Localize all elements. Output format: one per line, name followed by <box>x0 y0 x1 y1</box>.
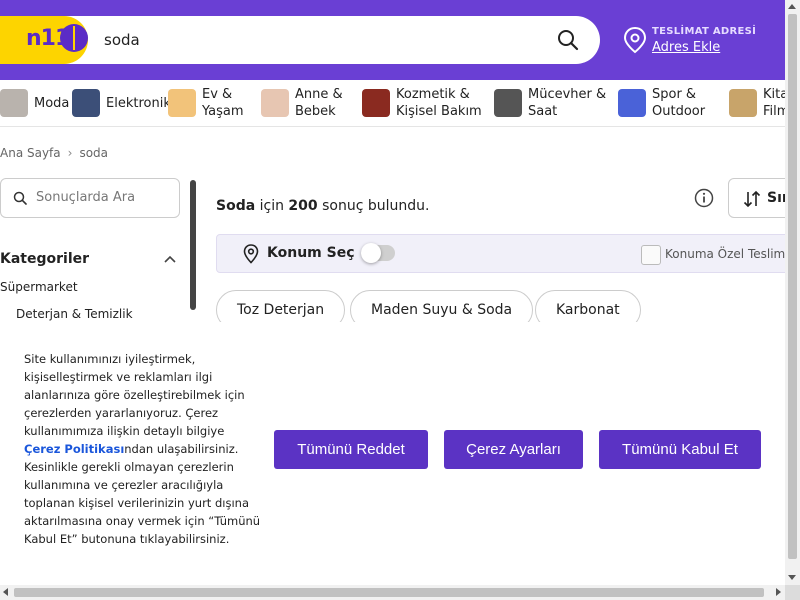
location-delivery-checkbox[interactable] <box>641 245 661 265</box>
breadcrumb: Ana Sayfa › soda <box>0 146 108 160</box>
search-icon <box>13 191 27 205</box>
vertical-scrollbar[interactable] <box>785 0 800 585</box>
sidebar-subitem-deterjan[interactable]: Deterjan & Temizlik <box>16 307 133 321</box>
chevron-up-icon[interactable] <box>164 254 176 264</box>
category-mucevher-saat[interactable]: Mücevher & Saat <box>494 80 606 126</box>
category-label: Kozmetik & Kişisel Bakım <box>396 87 482 119</box>
result-post: sonuç bulundu. <box>317 198 430 214</box>
scroll-up-arrow-icon[interactable] <box>788 4 796 9</box>
result-count: 200 <box>288 198 318 214</box>
category-anne-bebek[interactable]: Anne & Bebek <box>261 80 343 126</box>
search-input[interactable] <box>0 16 600 64</box>
category-spor-outdoor[interactable]: Spor & Outdoor <box>618 80 705 126</box>
category-label: Moda <box>34 95 70 111</box>
result-query: Soda <box>216 198 256 214</box>
sidebar-item-supermarket[interactable]: Süpermarket <box>0 280 78 294</box>
reject-all-button[interactable]: Tümünü Reddet <box>274 430 428 469</box>
location-pin-icon <box>243 244 259 264</box>
toggle-knob <box>361 243 381 263</box>
category-label: KitaFilm <box>763 87 785 119</box>
cookie-consent-banner: Site kullanımınızı iyileştirmek, kişisel… <box>0 322 785 585</box>
sidebar-scrollbar[interactable] <box>190 180 196 310</box>
category-image <box>494 89 522 117</box>
breadcrumb-current: soda <box>79 146 109 160</box>
category-ev-yasam[interactable]: Ev & Yaşam <box>168 80 244 126</box>
cookie-text-before: Site kullanımınızı iyileştirmek, kişisel… <box>24 352 245 438</box>
cookie-settings-button[interactable]: Çerez Ayarları <box>444 430 583 469</box>
category-image <box>168 89 196 117</box>
breadcrumb-home[interactable]: Ana Sayfa <box>0 146 61 160</box>
category-label: Ev & Yaşam <box>202 87 244 119</box>
category-label: Spor & Outdoor <box>652 87 706 119</box>
category-label: Elektronik <box>106 95 171 111</box>
category-image <box>362 89 390 117</box>
address-label: TESLİMAT ADRESİ <box>652 26 757 37</box>
category-image <box>72 89 100 117</box>
accept-all-button[interactable]: Tümünü Kabul Et <box>599 430 761 469</box>
sidebar-search-input[interactable]: Sonuçlarda Ara <box>0 178 180 218</box>
sidebar-search-placeholder: Sonuçlarda Ara <box>36 190 136 205</box>
scrollbar-corner <box>785 585 800 600</box>
cookie-text-after: ndan ulaşabilirsiniz. Kesinlikle gerekli… <box>24 442 261 546</box>
category-image <box>0 89 28 117</box>
category-label: Anne & Bebek <box>295 87 343 119</box>
category-bar: Moda Elektronik Ev & Yaşam Anne & Bebek Ko… <box>0 80 785 127</box>
category-moda[interactable]: Moda <box>0 80 69 126</box>
location-select-label[interactable]: Konum Seç <box>267 245 355 261</box>
scroll-right-arrow-icon[interactable] <box>776 588 781 596</box>
scroll-down-arrow-icon[interactable] <box>788 575 796 580</box>
cookie-policy-link[interactable]: Çerez Politikası <box>24 442 124 456</box>
cookie-text: Site kullanımınızı iyileştirmek, kişisel… <box>24 350 262 548</box>
add-address-link[interactable]: Adres Ekle <box>652 40 720 55</box>
location-toggle[interactable] <box>361 243 395 263</box>
result-count-text: Soda için 200 sonuç bulundu. <box>216 198 429 214</box>
category-label: Mücevher & Saat <box>528 87 607 119</box>
search-value[interactable]: soda <box>104 16 140 64</box>
category-image <box>618 89 646 117</box>
category-elektronik[interactable]: Elektronik <box>72 80 171 126</box>
horizontal-scroll-thumb[interactable] <box>14 588 764 597</box>
chevron-right-icon: › <box>67 146 73 160</box>
location-delivery-label: Konuma Özel Teslimat <box>665 247 798 261</box>
result-pre: için <box>255 198 289 214</box>
categories-heading[interactable]: Kategoriler <box>0 251 89 267</box>
location-filter-bar: Konum Seç Konuma Özel Teslimat <box>216 234 800 273</box>
category-kozmetik[interactable]: Kozmetik & Kişisel Bakım <box>362 80 482 126</box>
n11-logo[interactable]: n11 <box>0 16 88 64</box>
vertical-scroll-thumb[interactable] <box>788 14 797 559</box>
search-icon[interactable] <box>556 28 580 52</box>
sort-arrows-icon <box>743 190 761 208</box>
category-kitap-film[interactable]: KitaFilm <box>729 80 785 126</box>
location-pin-icon[interactable] <box>622 26 648 54</box>
category-image <box>261 89 289 117</box>
horizontal-scrollbar[interactable] <box>0 585 785 600</box>
scroll-left-arrow-icon[interactable] <box>3 588 8 596</box>
ladybug-icon <box>60 24 88 52</box>
category-image <box>729 89 757 117</box>
info-icon[interactable] <box>694 188 714 208</box>
